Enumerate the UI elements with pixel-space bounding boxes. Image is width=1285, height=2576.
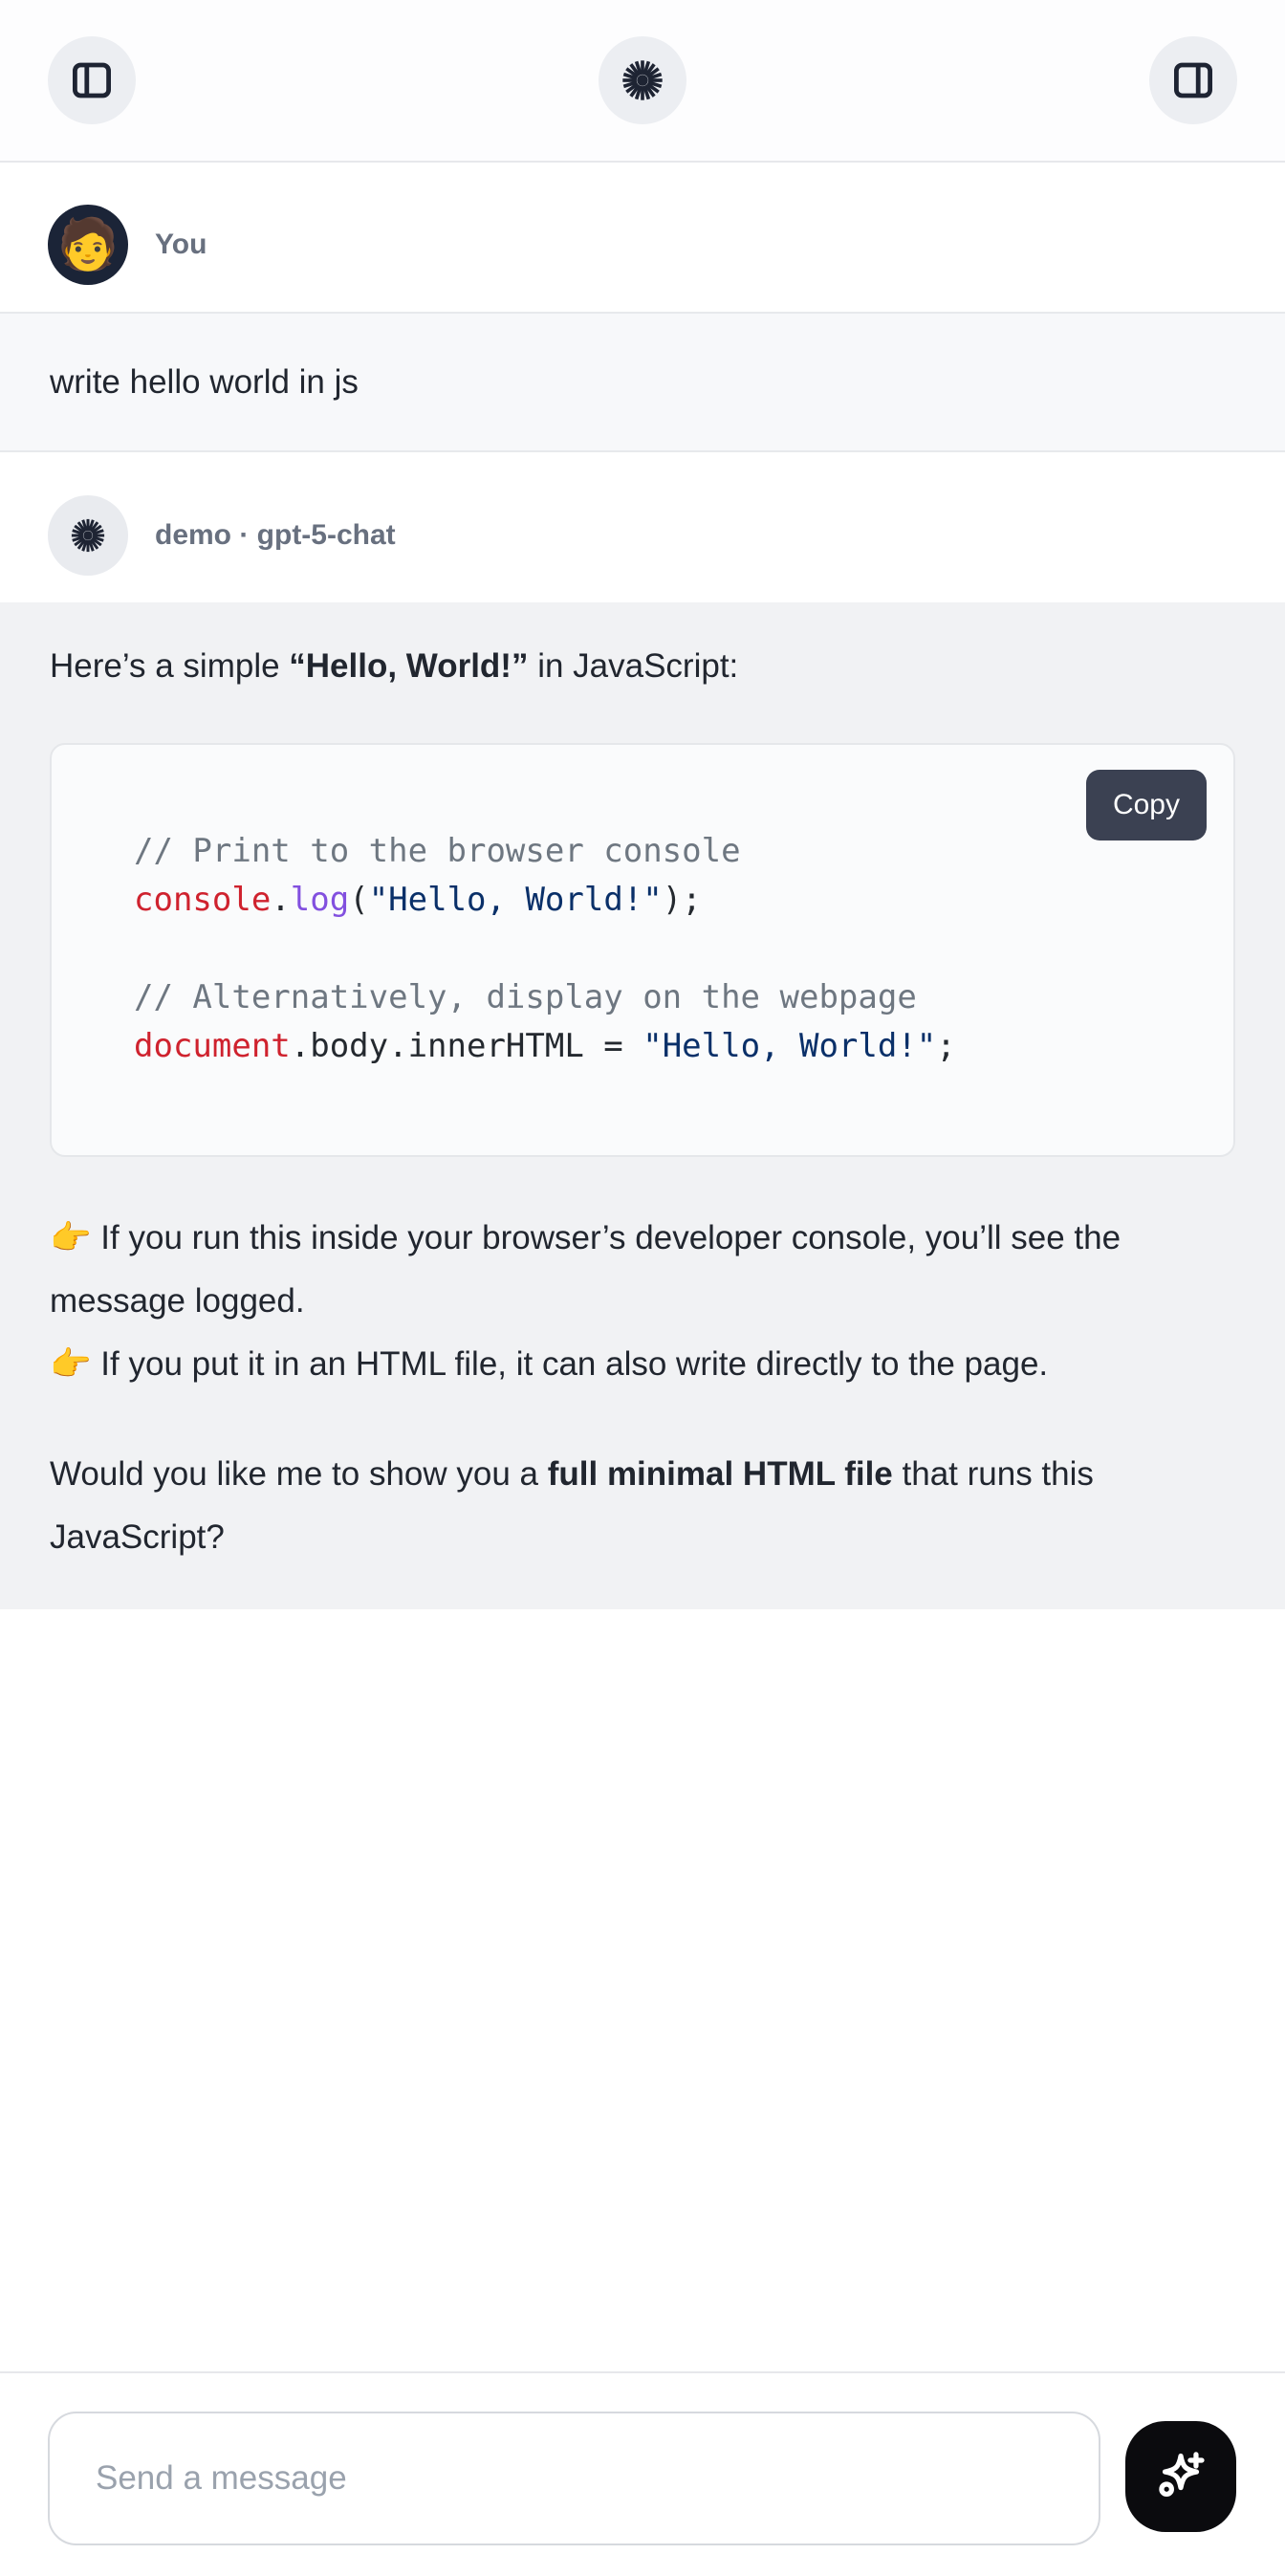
code-token: . [271, 881, 290, 919]
question-text-pre: Would you like me to show you a [50, 1455, 548, 1493]
code-token: ; [936, 1027, 955, 1065]
assistant-tips-text: 👉 If you run this inside your browser’s … [50, 1207, 1235, 1396]
assistant-question-text: Would you like me to show you a full min… [50, 1443, 1235, 1569]
starburst-icon [70, 517, 106, 554]
model-logo-button[interactable] [599, 36, 686, 124]
intro-text-post: in JavaScript: [528, 647, 738, 685]
code-block: Copy // Print to the browser console con… [50, 743, 1235, 1157]
code-token: log [291, 881, 349, 919]
code-comment: // Print to the browser console [134, 832, 741, 870]
starburst-icon [621, 58, 664, 102]
question-text-bold: full minimal HTML file [548, 1455, 893, 1493]
code-content: // Print to the browser console console.… [52, 745, 1233, 1155]
sidebar-toggle-button[interactable] [48, 36, 136, 124]
assistant-message-header: demo · gpt-5-chat [0, 452, 1285, 602]
code-token: console [134, 881, 271, 919]
message-input[interactable] [48, 2412, 1100, 2545]
assistant-avatar [48, 495, 128, 576]
chat-screen: 🧑 You write hello world in js [0, 0, 1285, 2576]
code-token: .body.innerHTML = [291, 1027, 642, 1065]
top-bar [0, 0, 1285, 163]
composer-bar [0, 2371, 1285, 2576]
user-message: write hello world in js [0, 312, 1285, 452]
code-token: "Hello, World!" [642, 1027, 936, 1065]
assistant-message: Here’s a simple “Hello, World!” in JavaS… [0, 602, 1285, 1609]
panel-right-icon [1169, 57, 1217, 103]
user-message-header: 🧑 You [0, 163, 1285, 312]
user-message-text: write hello world in js [50, 363, 359, 402]
send-button[interactable] [1125, 2421, 1236, 2532]
intro-text-bold: “Hello, World!” [289, 647, 528, 685]
code-comment: // Alternatively, display on the webpage [134, 978, 917, 1016]
panel-left-icon [68, 57, 116, 103]
user-sender-name: You [155, 229, 207, 261]
user-avatar-emoji: 🧑 [57, 220, 120, 270]
user-avatar: 🧑 [48, 205, 128, 285]
right-panel-toggle-button[interactable] [1149, 36, 1237, 124]
code-token: ( [349, 881, 368, 919]
tips-line-2: 👉 If you put it in an HTML file, it can … [50, 1345, 1048, 1383]
assistant-intro-text: Here’s a simple “Hello, World!” in JavaS… [50, 635, 1235, 698]
code-token: "Hello, World!" [369, 881, 663, 919]
code-token: document [134, 1027, 291, 1065]
copy-button[interactable]: Copy [1086, 770, 1207, 840]
intro-text-pre: Here’s a simple [50, 647, 289, 685]
tips-line-1: 👉 If you run this inside your browser’s … [50, 1219, 1121, 1320]
chat-empty-area [0, 1609, 1285, 2371]
code-token: ); [663, 881, 702, 919]
sparkles-icon [1149, 2445, 1212, 2508]
assistant-sender-name: demo · gpt-5-chat [155, 519, 396, 552]
